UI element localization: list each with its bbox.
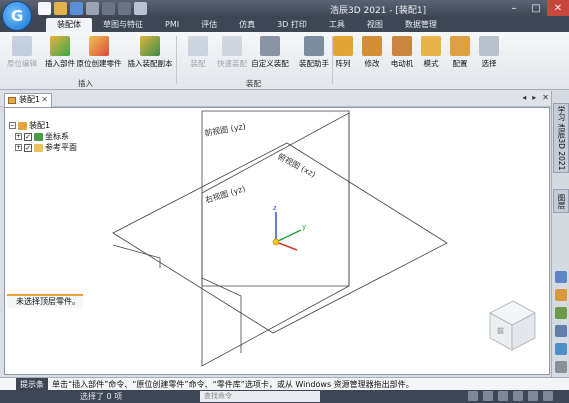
sidebar-tab-layers[interactable]: 图层 [553, 189, 569, 213]
tab-data-management[interactable]: 数据管理 [394, 18, 448, 32]
right-sidebar: 学习 浩辰3D 2021 图层 [551, 91, 569, 381]
group-label-insert: 插入 [78, 79, 93, 88]
status-bar: 选择了 0 项 查找命令 [0, 390, 569, 403]
custom-assemble-icon [260, 36, 280, 56]
prompt-bar: 提示条 单击“插入部件”命令、“原位创建零件”命令、“零件库”选项卡，或从 Wi… [0, 377, 569, 391]
redo-icon[interactable] [118, 2, 131, 15]
plane-label-right: 右视图 (yz) [204, 183, 247, 205]
open-icon[interactable] [54, 2, 67, 15]
assemble-helper-icon [304, 36, 324, 56]
minimize-icon[interactable]: – [503, 0, 525, 16]
rotate-icon[interactable] [498, 391, 508, 401]
insert-assembly-copy-button[interactable]: 插入装配副本 [126, 34, 174, 74]
x-axis [275, 241, 298, 251]
graphics-window[interactable]: − 装配1 + ✓ 坐标系 + ✓ 参考平面 前视图 (yz) 俯视图 (xz)… [4, 107, 550, 375]
insert-part-icon [50, 36, 70, 56]
document-tab[interactable]: 装配1 ✕ [4, 93, 52, 107]
scroll-right-icon[interactable]: ▸ [532, 93, 536, 102]
close-tab-icon[interactable]: ✕ [41, 94, 48, 106]
window-title: 浩辰3D 2021 - [装配1] [330, 6, 427, 16]
feature-library-icon[interactable] [555, 307, 567, 319]
plane-label-top: 俯视图 (xz) [276, 151, 318, 179]
reference-planes [112, 110, 448, 367]
ribbon-tabs: 装配体 草图与特征 PMI 评估 仿真 3D 打印 工具 视图 数据管理 [0, 18, 569, 32]
create-part-in-place-button[interactable]: 原位创建零件 [74, 34, 124, 74]
y-axis [275, 229, 302, 243]
sidebar-tab-learn[interactable]: 学习 浩辰3D 2021 [553, 103, 569, 173]
app-logo-icon[interactable] [2, 1, 32, 31]
config-icon [450, 36, 470, 56]
pattern-icon [421, 36, 441, 56]
pathfinder-icon[interactable] [555, 271, 567, 283]
selection-count: 选择了 0 项 [80, 392, 123, 401]
original-edit-icon [12, 36, 32, 56]
top-plane[interactable] [112, 142, 448, 334]
layers-icon[interactable] [555, 343, 567, 355]
document-tab-bar: 装配1 ✕ ◂ ▸ ✕ [0, 91, 569, 107]
pan-icon[interactable] [483, 391, 493, 401]
select-arrow-icon[interactable] [134, 2, 147, 15]
create-part-icon [89, 36, 109, 56]
select-arrow-icon [479, 36, 499, 56]
plane-handle [201, 277, 242, 353]
properties-icon[interactable] [555, 361, 567, 373]
selection-hint: 未选择顶层零件。 [7, 294, 83, 308]
plane-handle [112, 244, 161, 268]
title-bar: 浩辰3D 2021 - [装配1] – □ ✕ [0, 0, 569, 31]
view-cube-label: 前 [497, 326, 504, 335]
status-icons [468, 391, 553, 401]
assembly-doc-icon [8, 97, 16, 104]
ribbon-panel: 原位编辑 插入部件 原位创建零件 插入装配副本 插入 装配 快速装配 自定义装配… [0, 32, 569, 90]
print-icon[interactable] [86, 2, 99, 15]
save-icon[interactable] [70, 2, 83, 15]
prompt-text: 单击“插入部件”命令、“原位创建零件”命令、“零件库”选项卡，或从 Window… [52, 379, 414, 389]
command-search-input[interactable]: 查找命令 [200, 391, 320, 402]
fit-icon[interactable] [513, 391, 523, 401]
prompt-label: 提示条 [16, 377, 48, 391]
coordinate-triad: z y [272, 204, 306, 251]
array-icon [333, 36, 353, 56]
close-icon[interactable]: ✕ [547, 0, 569, 16]
scroll-left-icon[interactable]: ◂ [522, 93, 526, 102]
insert-copy-icon [140, 36, 160, 56]
tab-assembly[interactable]: 装配体 [46, 18, 92, 32]
tab-view[interactable]: 视图 [356, 18, 394, 32]
motor-icon [392, 36, 412, 56]
origin-icon [272, 238, 280, 246]
custom-assemble-button[interactable]: 自定义装配 [246, 34, 294, 74]
viewport-scene: 前视图 (yz) 俯视图 (xz) 右视图 (yz) z y 前 [112, 110, 536, 367]
view-cube[interactable]: 前 [489, 300, 536, 351]
select-tools-icon[interactable] [555, 325, 567, 337]
tab-simulate[interactable]: 仿真 [228, 18, 266, 32]
view-style-icon[interactable] [528, 391, 538, 401]
select-button[interactable]: 选择 [469, 34, 509, 74]
document-tab-controls: ◂ ▸ ✕ [522, 93, 549, 102]
z-label: z [273, 204, 277, 212]
modify-icon [362, 36, 382, 56]
undo-icon[interactable] [102, 2, 115, 15]
zoom-icon[interactable] [468, 391, 478, 401]
tab-tools[interactable]: 工具 [318, 18, 356, 32]
y-label: y [302, 223, 306, 231]
tab-sketch-feature[interactable]: 草图与特征 [92, 18, 154, 32]
quick-access-toolbar [38, 2, 147, 15]
assemble-icon [188, 36, 208, 56]
fast-assemble-icon [222, 36, 242, 56]
close-doc-icon[interactable]: ✕ [542, 93, 549, 102]
shading-icon[interactable] [543, 391, 553, 401]
group-label-assemble: 装配 [246, 79, 261, 88]
tab-3d-print[interactable]: 3D 打印 [266, 18, 318, 32]
parts-library-icon[interactable] [555, 289, 567, 301]
new-icon[interactable] [38, 2, 51, 15]
maximize-icon[interactable]: □ [525, 0, 547, 16]
plane-label-front: 前视图 (yz) [204, 121, 247, 138]
tab-pmi[interactable]: PMI [154, 18, 190, 32]
window-controls: – □ ✕ [503, 0, 569, 16]
tab-evaluate[interactable]: 评估 [190, 18, 228, 32]
